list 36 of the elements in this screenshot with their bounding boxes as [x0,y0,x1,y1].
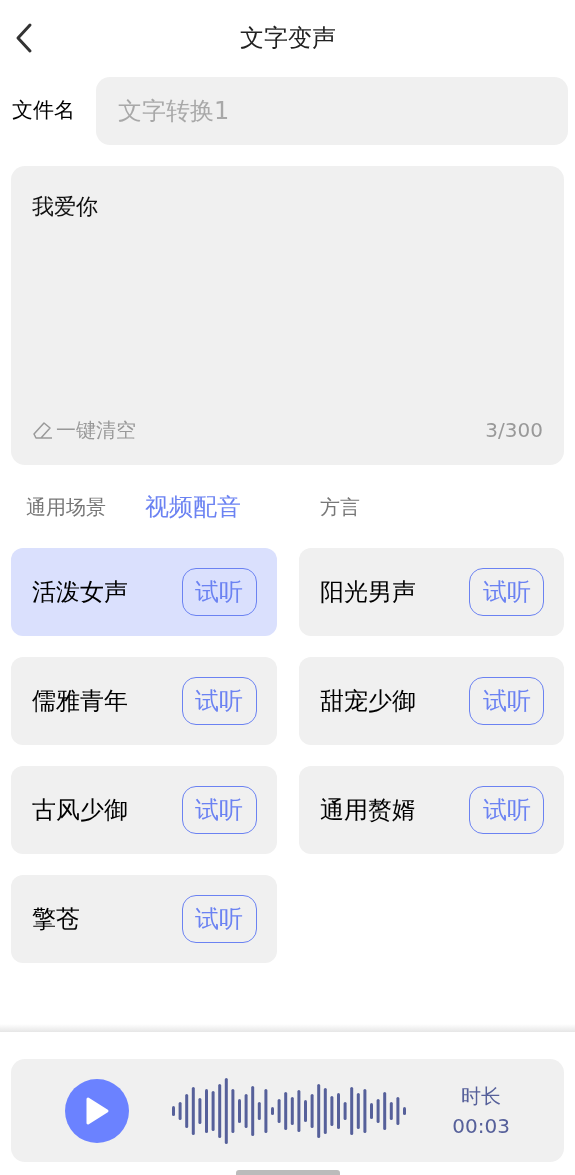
voice-name: 甜宠少御 [319,686,416,717]
preview-button[interactable]: 试听 [181,895,257,943]
text-input-value: 我爱你 [32,193,99,221]
preview-button[interactable]: 试听 [181,568,257,616]
preview-button[interactable]: 试听 [181,786,257,834]
preview-button[interactable]: 试听 [469,677,544,725]
preview-button[interactable]: 试听 [469,786,544,834]
category-tab[interactable]: 通用场景 [26,491,106,522]
voice-name: 儒雅青年 [32,686,128,717]
voice-name: 擎苍 [32,904,80,935]
file-name-label: 文件名 [11,97,76,125]
voice-name: 通用赘婿 [319,795,416,826]
duration-value: 00:03 [452,1112,510,1140]
voice-card[interactable]: 阳光男声 试听 [298,548,564,636]
text-input-area[interactable]: 我爱你 一键清空 3/300 [11,166,564,465]
voice-name: 活泼女声 [32,577,128,608]
voice-card[interactable]: 儒雅青年 试听 [11,657,277,745]
voice-card[interactable]: 甜宠少御 试听 [298,657,564,745]
preview-button[interactable]: 试听 [469,568,544,616]
duration-label: 时长 [461,1082,502,1110]
eraser-icon [32,419,54,441]
back-icon[interactable] [14,22,34,54]
clear-all-button[interactable]: 一键清空 [32,415,136,445]
category-tab[interactable]: 方言 [320,491,360,522]
file-name-field[interactable]: 文字转换1 [96,77,568,145]
category-tab[interactable]: 视频配音 [145,488,241,525]
voice-card[interactable]: 活泼女声 试听 [11,548,277,636]
voice-card[interactable]: 通用赘婿 试听 [298,766,564,854]
voice-name: 古风少御 [32,795,128,826]
voice-card[interactable]: 擎苍 试听 [11,875,277,963]
voice-name: 阳光男声 [319,577,416,608]
character-counter: 3/300 [485,417,543,444]
page-title: 文字变声 [239,22,336,54]
voice-card[interactable]: 古风少御 试听 [11,766,277,854]
preview-button[interactable]: 试听 [181,677,257,725]
play-icon [84,1095,110,1126]
